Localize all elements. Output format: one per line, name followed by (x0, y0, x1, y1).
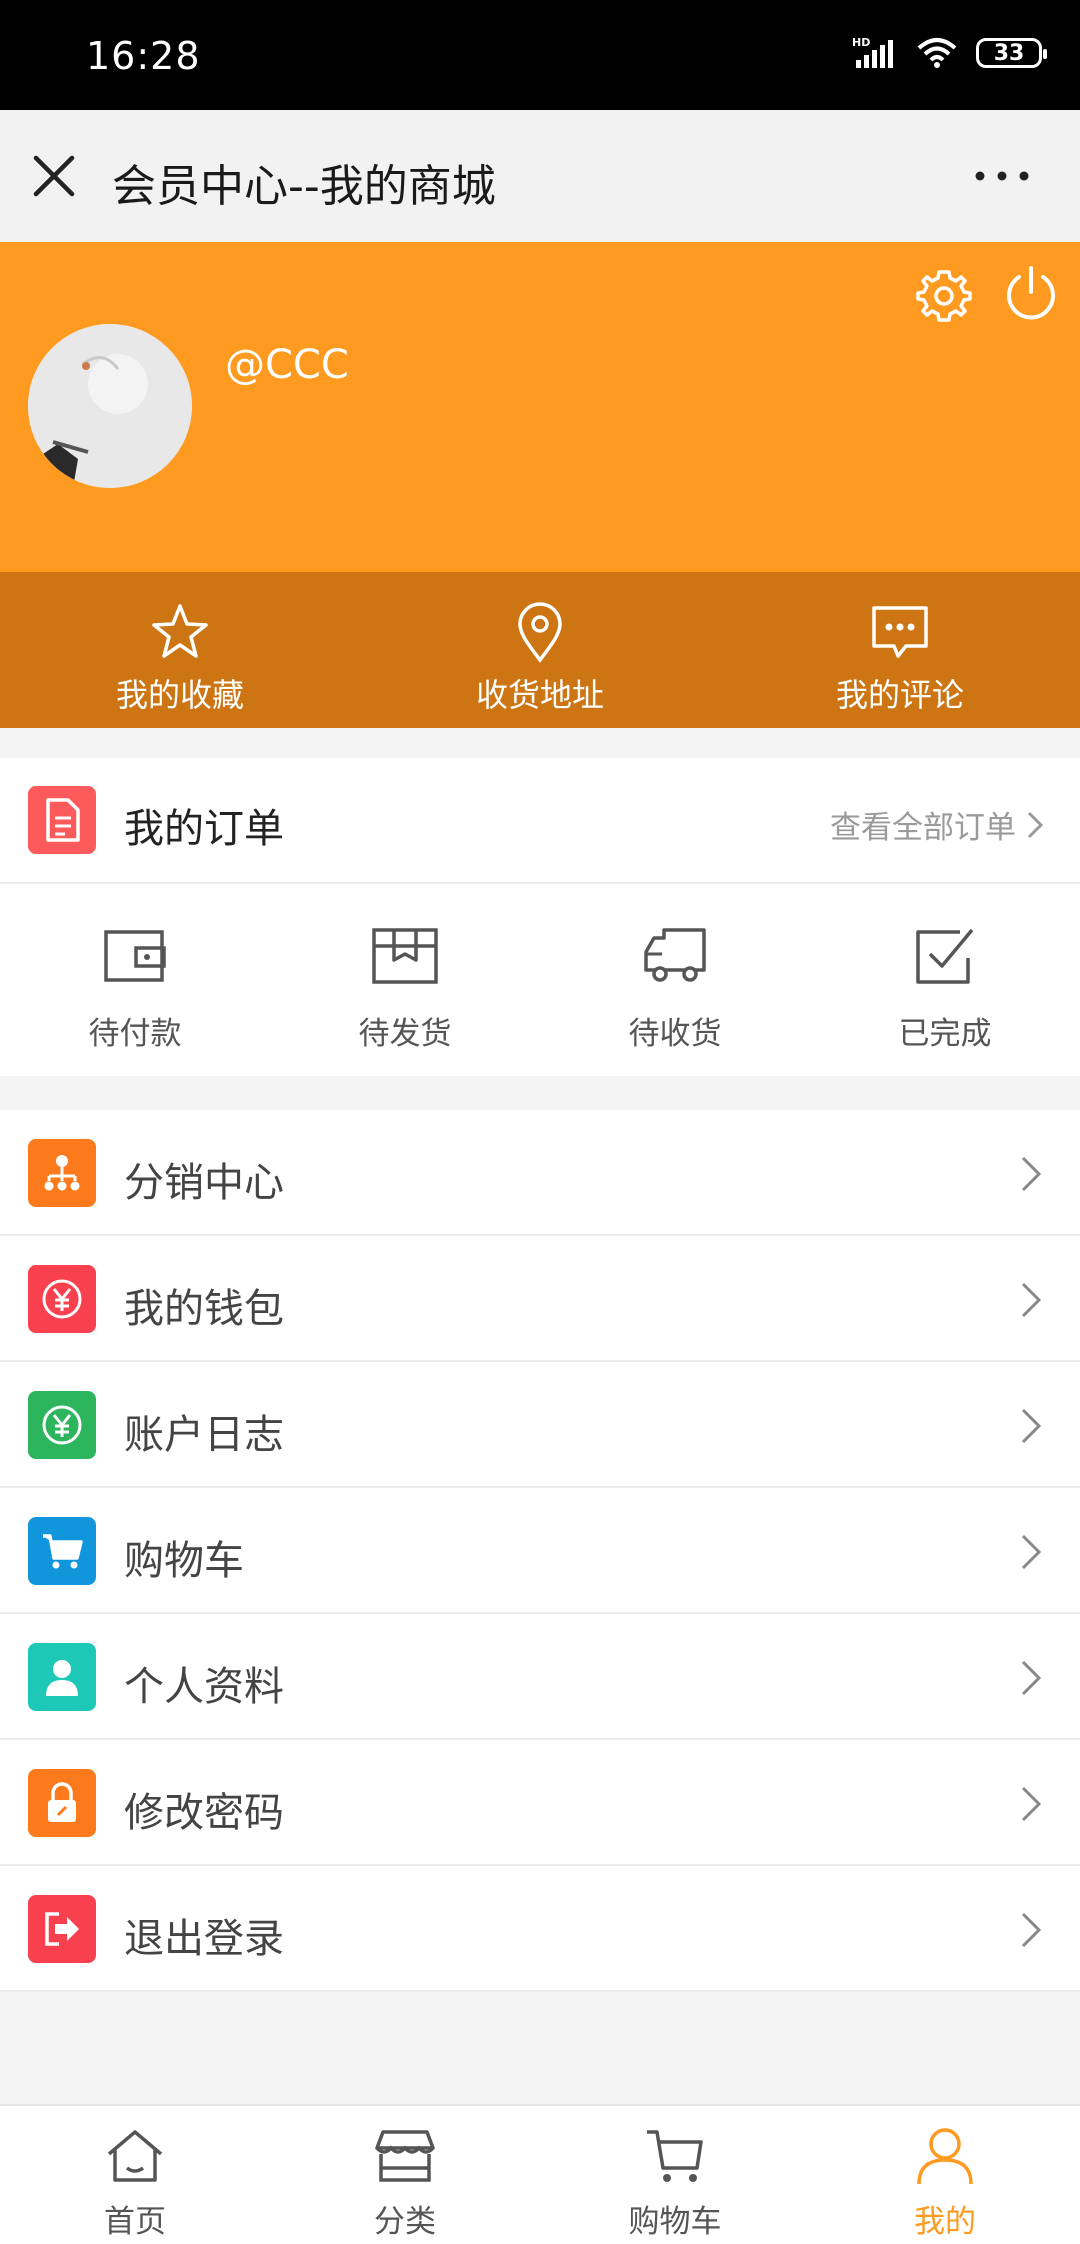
yuan-circle-icon (28, 1391, 96, 1459)
lock-icon (28, 1769, 96, 1837)
menu-item-label: 购物车 (124, 1538, 244, 1584)
quick-link-label: 我的收藏 (115, 676, 244, 714)
tab-label: 购物车 (628, 2204, 722, 2240)
yuan-icon (28, 1265, 96, 1333)
cart-icon (647, 2130, 703, 2182)
tab-mine[interactable]: 我的 (810, 2106, 1080, 2244)
order-status-pending-payment[interactable]: 待付款 (0, 884, 270, 1074)
tab-home[interactable]: 首页 (0, 2106, 270, 2244)
menu-item-change-password[interactable]: 修改密码 (0, 1740, 1080, 1866)
menu-item-shopping-cart[interactable]: 购物车 (0, 1488, 1080, 1614)
username: @CCC (225, 342, 349, 388)
chevron-right-icon (1021, 1912, 1042, 1948)
wifi-icon (917, 38, 957, 68)
logout-icon (28, 1895, 96, 1963)
menu-item-distribution-center[interactable]: 分销中心 (0, 1110, 1080, 1236)
chevron-right-icon (1021, 1786, 1042, 1822)
menu-item-my-wallet[interactable]: 我的钱包 (0, 1236, 1080, 1362)
chevron-right-icon (1021, 1282, 1042, 1318)
tab-label: 我的 (914, 2204, 976, 2240)
comment-icon (872, 606, 928, 658)
order-status-label: 待付款 (88, 1016, 182, 1052)
user-icon (917, 2128, 973, 2185)
box-icon (372, 928, 438, 984)
menu-item-logout[interactable]: 退出登录 (0, 1866, 1080, 1992)
svg-text:HD: HD (852, 36, 870, 49)
truck-icon (644, 928, 706, 982)
tab-categories[interactable]: 分类 (270, 2106, 540, 2244)
cart-icon (28, 1517, 96, 1585)
orders-section: 我的订单 查看全部订单 待付款 待发货 待收货 已完成 (0, 758, 1080, 1076)
quick-link-address[interactable]: 收货地址 (360, 572, 720, 728)
order-status-pending-receipt[interactable]: 待收货 (540, 884, 810, 1074)
menu-item-label: 个人资料 (124, 1664, 284, 1710)
battery-indicator: 33 (976, 38, 1047, 68)
status-icons: HD 33 (852, 36, 1047, 70)
menu-item-account-log[interactable]: 账户日志 (0, 1362, 1080, 1488)
quick-link-label: 我的评论 (835, 676, 964, 714)
wallet-icon (104, 930, 166, 982)
quick-link-comments[interactable]: 我的评论 (720, 572, 1080, 728)
distribution-icon (28, 1139, 96, 1207)
page-title: 会员中心--我的商城 (112, 161, 496, 212)
order-status-label: 待发货 (358, 1016, 452, 1052)
menu-list: 分销中心 我的钱包 账户日志 购物车 个人资料 修改密码 退出登录 (0, 1110, 1080, 1992)
status-time: 16:28 (86, 34, 201, 78)
store-icon (375, 2130, 435, 2182)
power-logout-icon[interactable] (1002, 264, 1060, 322)
close-button[interactable] (28, 150, 80, 202)
status-bar: 16:28 HD 33 (0, 0, 1080, 110)
settings-gear-icon[interactable] (916, 268, 972, 324)
quick-link-label: 收货地址 (475, 676, 604, 714)
location-pin-icon (518, 602, 562, 663)
orders-title: 我的订单 (124, 806, 284, 852)
bottom-tab-bar: 首页 分类 购物车 我的 (0, 2104, 1080, 2244)
quick-link-favorites[interactable]: 我的收藏 (0, 572, 360, 728)
menu-item-label: 我的钱包 (124, 1286, 284, 1332)
menu-item-label: 分销中心 (124, 1160, 284, 1206)
profile-header: @CCC (0, 242, 1080, 572)
chevron-right-icon (1027, 811, 1044, 838)
menu-item-label: 退出登录 (124, 1916, 284, 1962)
tab-label: 首页 (104, 2204, 166, 2240)
menu-item-label: 账户日志 (124, 1412, 284, 1458)
person-icon (28, 1643, 96, 1711)
order-status-pending-shipment[interactable]: 待发货 (270, 884, 540, 1074)
orders-header[interactable]: 我的订单 查看全部订单 (0, 758, 1080, 884)
chevron-right-icon (1021, 1534, 1042, 1570)
chevron-right-icon (1021, 1408, 1042, 1444)
chevron-right-icon (1021, 1660, 1042, 1696)
signal-icon: HD (852, 36, 893, 68)
more-options-button[interactable] (972, 166, 1032, 186)
menu-item-label: 修改密码 (124, 1790, 284, 1836)
title-bar: 会员中心--我的商城 (0, 110, 1080, 242)
avatar-image (28, 324, 192, 488)
view-all-orders-label: 查看全部订单 (830, 810, 1016, 846)
menu-item-profile[interactable]: 个人资料 (0, 1614, 1080, 1740)
order-status-completed[interactable]: 已完成 (810, 884, 1080, 1074)
tab-cart[interactable]: 购物车 (540, 2106, 810, 2244)
quick-links-bar: 我的收藏 收货地址 我的评论 (0, 572, 1080, 728)
tab-label: 分类 (374, 2204, 436, 2240)
view-all-orders-link[interactable]: 查看全部订单 (830, 802, 1044, 847)
order-status-row: 待付款 待发货 待收货 已完成 (0, 884, 1080, 1074)
order-status-label: 已完成 (898, 1016, 992, 1052)
chevron-right-icon (1021, 1156, 1042, 1192)
order-status-label: 待收货 (628, 1016, 722, 1052)
avatar[interactable] (28, 324, 192, 488)
home-icon (107, 2130, 163, 2182)
check-square-icon (916, 928, 974, 984)
document-icon (28, 786, 96, 854)
star-icon (152, 604, 208, 658)
